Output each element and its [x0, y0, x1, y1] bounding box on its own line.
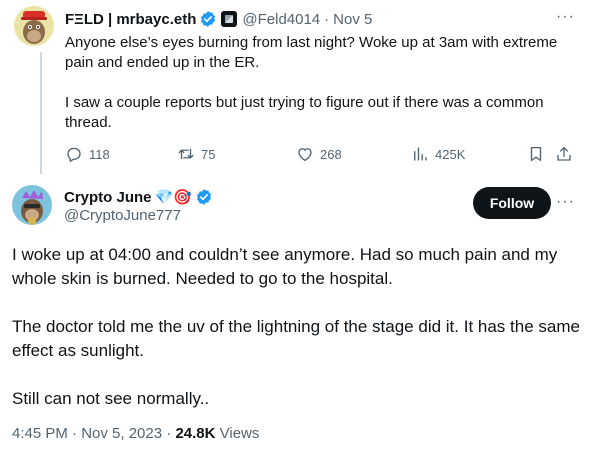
tweet-timestamp[interactable]: 4:45 PM · Nov 5, 2023 [12, 425, 162, 442]
parent-handle[interactable]: @Feld4014 [242, 11, 320, 28]
views-icon [414, 147, 427, 161]
like-count: 268 [320, 146, 342, 162]
parent-paragraph: I saw a couple reports but just trying t… [65, 94, 544, 131]
share-button[interactable] [555, 144, 579, 164]
parent-display-name[interactable]: FΞLD | mrbayc.eth [65, 11, 196, 28]
retweet-count: 75 [201, 146, 216, 162]
parent-paragraph: Anyone else’s eyes burning from last nig… [65, 34, 558, 71]
thread-connector-line [40, 52, 42, 174]
verified-icon [195, 188, 213, 206]
views-count: 425K [435, 146, 466, 162]
parent-action-bar: 118 75 268 425K [65, 144, 577, 164]
like-icon [298, 148, 312, 162]
parent-tweet-text: Anyone else’s eyes burning from last nig… [65, 33, 577, 133]
bookmark-button[interactable] [527, 144, 551, 164]
main-paragraph: I woke up at 04:00 and couldn’t see anym… [12, 245, 558, 288]
main-paragraph: Still can not see normally.. [12, 389, 210, 408]
retweet-icon [178, 148, 194, 160]
meta-separator: · [162, 425, 176, 442]
bookmark-icon [530, 146, 542, 162]
affiliate-badge-icon [221, 11, 238, 27]
main-views-label: Views [215, 425, 260, 442]
main-views-count: 24.8K [175, 425, 216, 442]
parent-date[interactable]: Nov 5 [333, 11, 372, 28]
main-paragraph: The doctor told me the uv of the lightni… [12, 317, 580, 360]
main-handle[interactable]: @CryptoJune777 [64, 207, 181, 224]
verified-icon [199, 10, 217, 28]
views-button[interactable]: 425K [411, 144, 465, 164]
header-separator: · [324, 10, 330, 28]
parent-more-options-icon[interactable]: ··· [556, 8, 575, 26]
retweet-button[interactable]: 75 [177, 144, 215, 164]
share-icon [557, 146, 571, 161]
like-button[interactable]: 268 [296, 144, 342, 164]
tweet-meta: 4:45 PM · Nov 5, 2023 · 24.8K Views [12, 425, 259, 442]
follow-button[interactable]: Follow [473, 187, 551, 219]
main-tweet-text: I woke up at 04:00 and couldn’t see anym… [12, 243, 582, 411]
main-more-options-icon[interactable]: ··· [556, 193, 575, 211]
parent-tweet-header: FΞLD | mrbayc.eth @Feld4014 · Nov 5 [65, 9, 372, 29]
main-tweet-name-row: Crypto June 💎🎯 [64, 187, 213, 207]
main-display-name[interactable]: Crypto June [64, 189, 152, 206]
main-avatar[interactable] [12, 185, 52, 225]
reply-count: 118 [89, 146, 110, 162]
parent-avatar[interactable] [14, 6, 54, 46]
name-emojis: 💎🎯 [154, 189, 192, 206]
reply-button[interactable]: 118 [65, 144, 110, 164]
reply-icon [67, 147, 81, 162]
